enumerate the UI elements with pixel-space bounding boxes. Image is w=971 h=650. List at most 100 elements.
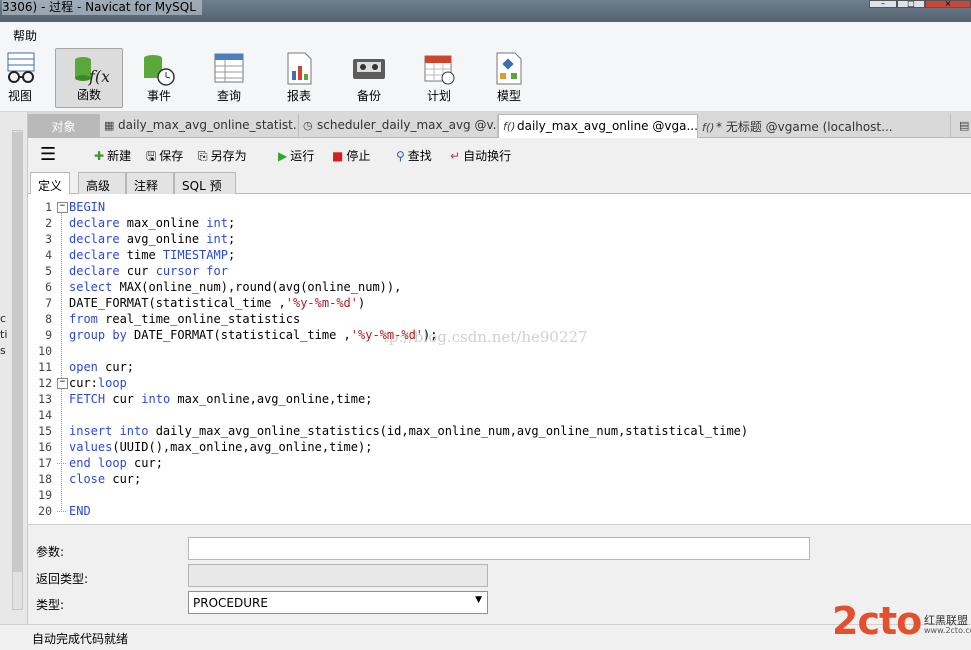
line-number: 18 bbox=[38, 472, 52, 486]
sql-keyword: from bbox=[69, 312, 106, 326]
word-wrap-icon: ↵ bbox=[450, 149, 461, 163]
watermark-text: tp://blog.csdn.net/he90227 bbox=[383, 328, 588, 346]
sql-keyword: BEGIN bbox=[69, 200, 106, 214]
code-line[interactable]: 14 bbox=[28, 407, 971, 423]
code-line[interactable]: 5 declare cur cursor for bbox=[28, 263, 971, 279]
code-line[interactable]: 8 from real_time_online_statistics bbox=[28, 311, 971, 327]
run-button[interactable]: ▶ 运行 bbox=[278, 147, 314, 164]
minimize-icon[interactable]: – bbox=[869, 0, 897, 8]
ribbon-function-button[interactable]: f(x) 函数 bbox=[55, 48, 123, 108]
tab-objects[interactable]: 对象 bbox=[28, 114, 100, 138]
line-number: 11 bbox=[38, 360, 52, 374]
fold-toggle-icon[interactable] bbox=[57, 375, 68, 391]
fold-gutter bbox=[57, 215, 66, 231]
code-text: cur:loop bbox=[69, 375, 127, 391]
sql-keyword: FETCH bbox=[69, 392, 113, 406]
code-line[interactable]: 18 close cur; bbox=[28, 471, 971, 487]
ribbon-model-button[interactable]: 模型 bbox=[475, 48, 543, 108]
fold-gutter bbox=[57, 359, 66, 375]
code-line[interactable]: 15 insert into daily_max_avg_online_stati… bbox=[28, 423, 971, 439]
menu-help[interactable]: 帮助 bbox=[13, 27, 37, 44]
save-button[interactable]: 🖫 保存 bbox=[146, 147, 183, 168]
sql-keyword: values bbox=[69, 440, 113, 454]
line-number: 15 bbox=[38, 424, 52, 438]
ribbon-report-button[interactable]: 报表 bbox=[265, 48, 333, 108]
sql-token: time bbox=[126, 248, 163, 262]
line-number: 20 bbox=[38, 504, 52, 518]
code-text: open cur; bbox=[69, 359, 134, 375]
tab-untitled[interactable]: f() * 无标题 @vgame (localhost... bbox=[698, 114, 951, 138]
status-text: 自动完成代码就绪 bbox=[32, 632, 129, 646]
code-line[interactable]: 6 select MAX(online_num),round(avg(online… bbox=[28, 279, 971, 295]
function-fx-icon: f(x) bbox=[75, 57, 109, 86]
word-wrap-button[interactable]: ↵ 自动换行 bbox=[450, 147, 511, 164]
sql-editor[interactable]: 1 BEGIN 2 declare max_online int; 3 declare a… bbox=[28, 194, 971, 524]
tab-overflow[interactable]: ▤ bbox=[955, 114, 971, 138]
query-table-icon bbox=[214, 53, 244, 83]
code-line[interactable]: 19 bbox=[28, 487, 971, 503]
line-number: 3 bbox=[45, 232, 52, 246]
code-text: declare cur cursor for bbox=[69, 263, 228, 279]
sql-keyword: open bbox=[69, 360, 106, 374]
code-line[interactable]: 1 BEGIN bbox=[28, 199, 971, 215]
menu-hamburger-icon[interactable]: ☰ bbox=[40, 144, 56, 165]
close-icon[interactable]: × bbox=[925, 0, 971, 8]
tab-comment[interactable]: 注释 bbox=[126, 172, 174, 194]
tab-procedure-current[interactable]: f() daily_max_avg_online @vga... bbox=[498, 114, 698, 138]
code-line[interactable]: 7 DATE_FORMAT(statistical_time ,'%y-%m-%d… bbox=[28, 295, 971, 311]
code-line[interactable]: 12 cur:loop bbox=[28, 375, 971, 391]
tab-definition[interactable]: 定义 bbox=[30, 172, 71, 195]
stop-icon: ■ bbox=[332, 149, 344, 163]
sql-keyword: END bbox=[69, 504, 91, 518]
find-button[interactable]: ⚲ 查找 bbox=[396, 147, 432, 164]
code-line[interactable]: 13 FETCH cur into max_online,avg_online,t… bbox=[28, 391, 971, 407]
code-text: declare time TIMESTAMP; bbox=[69, 247, 235, 263]
code-line[interactable]: 17 end loop cur; bbox=[28, 455, 971, 471]
save-as-button[interactable]: ⎘ 另存为 bbox=[198, 147, 247, 164]
sql-keyword: into bbox=[141, 392, 178, 406]
fold-gutter bbox=[57, 423, 66, 439]
code-text: FETCH cur into max_online,avg_online,tim… bbox=[69, 391, 372, 407]
code-line[interactable]: 11 open cur; bbox=[28, 359, 971, 375]
params-input[interactable] bbox=[188, 537, 810, 560]
menu-bar: 帮助 bbox=[0, 22, 971, 44]
fold-gutter bbox=[57, 487, 66, 503]
tab-sql-preview[interactable]: SQL 预览 bbox=[174, 172, 236, 210]
maximize-icon[interactable]: □ bbox=[897, 0, 925, 8]
tab-table-daily[interactable]: ▦ daily_max_avg_online_statist... bbox=[100, 114, 299, 138]
ribbon-event-button[interactable]: 事件 bbox=[125, 48, 193, 108]
procedure-properties: 参数: 返回类型: 类型: PROCEDURE ▼ bbox=[28, 524, 971, 624]
sql-token: cur; bbox=[134, 456, 163, 470]
ribbon-schedule-button[interactable]: 计划 bbox=[405, 48, 473, 108]
ribbon-view-button[interactable]: 视图 bbox=[0, 48, 54, 108]
fold-toggle-icon[interactable] bbox=[57, 199, 68, 215]
sql-keyword: TIMESTAMP bbox=[162, 248, 228, 262]
ribbon-toolbar: 视图 f(x) 函数 事件 查询 报表 bbox=[0, 44, 971, 112]
tab-advanced[interactable]: 高级 bbox=[78, 172, 126, 194]
new-button[interactable]: ✚ 新建 bbox=[94, 147, 131, 164]
editor-toolbar: ☰ ✚ 新建 🖫 保存 ⎘ 另存为 ▶ 运行 ■ 停止 ⚲ 查找 ↵ 自动换行 bbox=[28, 139, 971, 171]
sql-token: ) bbox=[358, 296, 366, 310]
code-line[interactable]: 2 declare max_online int; bbox=[28, 215, 971, 231]
code-line[interactable]: 3 declare avg_online int; bbox=[28, 231, 971, 247]
sql-token: avg_online bbox=[126, 232, 207, 246]
fold-gutter bbox=[57, 343, 66, 359]
save-as-icon: ⎘ bbox=[198, 149, 208, 163]
return-type-input bbox=[188, 564, 488, 587]
event-clock-icon bbox=[144, 55, 175, 86]
sql-keyword: int bbox=[206, 232, 228, 246]
code-line[interactable]: 16 values(UUID(),max_online,avg_online,ti… bbox=[28, 439, 971, 455]
sql-token: real_time_online_statistics bbox=[105, 312, 301, 326]
sql-keyword: end loop bbox=[69, 456, 135, 470]
line-number: 16 bbox=[38, 440, 52, 454]
fold-gutter bbox=[57, 263, 66, 279]
type-select[interactable]: PROCEDURE ▼ bbox=[188, 591, 488, 614]
ribbon-backup-button[interactable]: 备份 bbox=[335, 48, 403, 108]
sql-keyword: group by bbox=[69, 328, 135, 342]
code-line[interactable]: 4 declare time TIMESTAMP; bbox=[28, 247, 971, 263]
left-scrollbar-thumb[interactable] bbox=[13, 132, 22, 572]
ribbon-query-button[interactable]: 查询 bbox=[195, 48, 263, 108]
tab-scheduler[interactable]: ◷ scheduler_daily_max_avg @v... bbox=[299, 114, 498, 138]
stop-button[interactable]: ■ 停止 bbox=[332, 147, 370, 164]
code-line[interactable]: 20 END bbox=[28, 503, 971, 519]
